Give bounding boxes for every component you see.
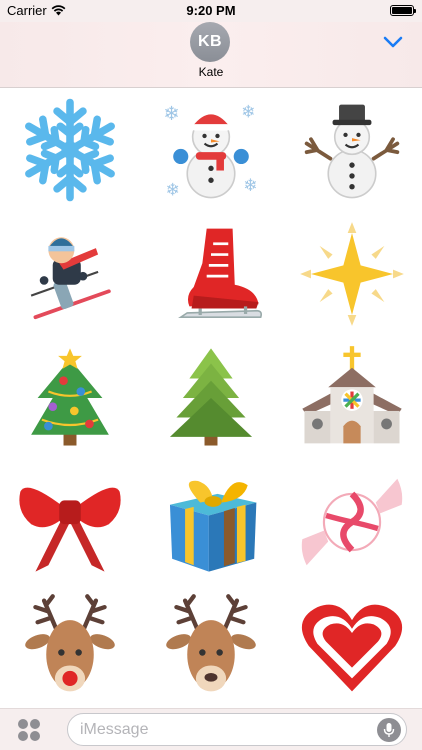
composer-bar	[0, 708, 422, 750]
sticker-red-bow[interactable]	[0, 460, 141, 584]
svg-text:❄: ❄	[241, 103, 255, 123]
candy-icon	[301, 478, 403, 566]
clock: 9:20 PM	[186, 3, 236, 18]
microphone-icon[interactable]	[377, 718, 401, 742]
battery-icon	[390, 5, 416, 16]
sticker-church[interactable]	[282, 336, 422, 460]
sticker-reindeer[interactable]	[141, 584, 282, 708]
svg-text:❄: ❄	[243, 176, 257, 196]
ice-skate-icon	[178, 228, 263, 319]
star-icon	[300, 222, 404, 326]
sticker-candy[interactable]	[282, 460, 422, 584]
church-icon	[302, 346, 402, 444]
contact-avatar[interactable]: KB	[190, 22, 230, 62]
status-bar: Carrier 9:20 PM	[0, 0, 422, 22]
christmas-tree-icon	[31, 348, 109, 446]
message-input[interactable]	[80, 714, 370, 745]
sticker-reindeer-red-nose[interactable]	[0, 584, 141, 708]
svg-text:❄: ❄	[166, 180, 180, 200]
reindeer-red-nose-icon	[25, 594, 115, 692]
sticker-heart[interactable]	[282, 584, 422, 708]
sticker-snowman-with-hat[interactable]	[282, 88, 422, 212]
heart-icon	[301, 604, 403, 692]
svg-text:❄: ❄	[163, 102, 179, 125]
sticker-snowflake[interactable]	[0, 88, 141, 212]
sticker-star[interactable]	[282, 212, 422, 336]
sticker-evergreen-tree[interactable]	[141, 336, 282, 460]
sticker-grid: ❄ ❄ ❄ ❄	[0, 88, 422, 708]
snowman-hat-icon	[304, 104, 400, 199]
snowman-icon: ❄ ❄ ❄ ❄	[163, 102, 257, 201]
evergreen-tree-icon	[169, 348, 253, 446]
reindeer-icon	[166, 594, 256, 692]
sticker-gift-box[interactable]	[141, 460, 282, 584]
sticker-ice-skate[interactable]	[141, 212, 282, 336]
sticker-skier[interactable]	[0, 212, 141, 336]
chevron-down-icon[interactable]	[382, 34, 404, 50]
sticker-snowman-with-snowflakes[interactable]: ❄ ❄ ❄ ❄	[141, 88, 282, 212]
app-drawer-icon[interactable]	[16, 718, 42, 742]
snowflake-icon	[16, 98, 124, 204]
contact-name[interactable]: Kate	[0, 65, 422, 79]
message-field[interactable]	[67, 713, 407, 746]
red-bow-icon	[19, 487, 121, 572]
skier-icon	[30, 237, 111, 320]
conversation-header: KB Kate	[0, 22, 422, 88]
gift-box-icon	[169, 480, 257, 572]
sticker-christmas-tree[interactable]	[0, 336, 141, 460]
